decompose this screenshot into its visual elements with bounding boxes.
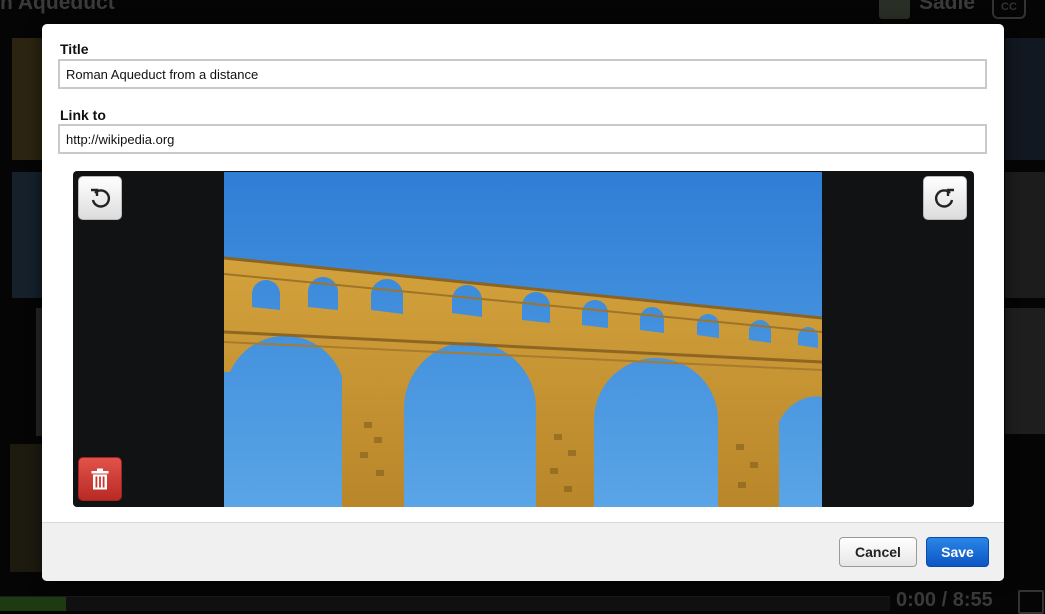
video-progress-bar bbox=[0, 596, 890, 611]
fullscreen-icon bbox=[1018, 590, 1044, 614]
background-thumbnail bbox=[12, 172, 44, 298]
edit-image-dialog: Title Link to bbox=[42, 24, 1004, 581]
image-preview bbox=[73, 171, 974, 507]
link-label: Link to bbox=[60, 107, 106, 123]
background-user-name: Sadie bbox=[919, 0, 976, 14]
background-thumbnail bbox=[12, 38, 44, 160]
rotate-left-icon bbox=[91, 188, 110, 208]
avatar bbox=[879, 0, 910, 19]
rotate-right-icon bbox=[935, 188, 954, 208]
delete-image-button[interactable] bbox=[78, 457, 122, 501]
background-thumbnail bbox=[1005, 308, 1045, 434]
dialog-footer: Cancel Save bbox=[42, 522, 1004, 581]
rotate-right-button[interactable] bbox=[923, 176, 967, 220]
video-time-display: 0:00 / 8:55 bbox=[896, 589, 993, 611]
link-input[interactable] bbox=[58, 124, 987, 154]
closed-captions-icon: CC bbox=[992, 0, 1026, 19]
title-label: Title bbox=[60, 41, 89, 57]
background-thumbnail bbox=[10, 444, 44, 572]
cancel-button[interactable]: Cancel bbox=[839, 537, 917, 567]
title-input[interactable] bbox=[58, 59, 987, 89]
trash-icon bbox=[91, 468, 109, 490]
video-progress-fill bbox=[0, 597, 66, 611]
background-thumbnail bbox=[1005, 172, 1045, 298]
save-button[interactable]: Save bbox=[926, 537, 989, 567]
background-video-title: n Aqueduct bbox=[0, 0, 115, 14]
rotate-left-button[interactable] bbox=[78, 176, 122, 220]
aqueduct-photo bbox=[224, 172, 822, 507]
background-thumbnail bbox=[1005, 38, 1045, 160]
